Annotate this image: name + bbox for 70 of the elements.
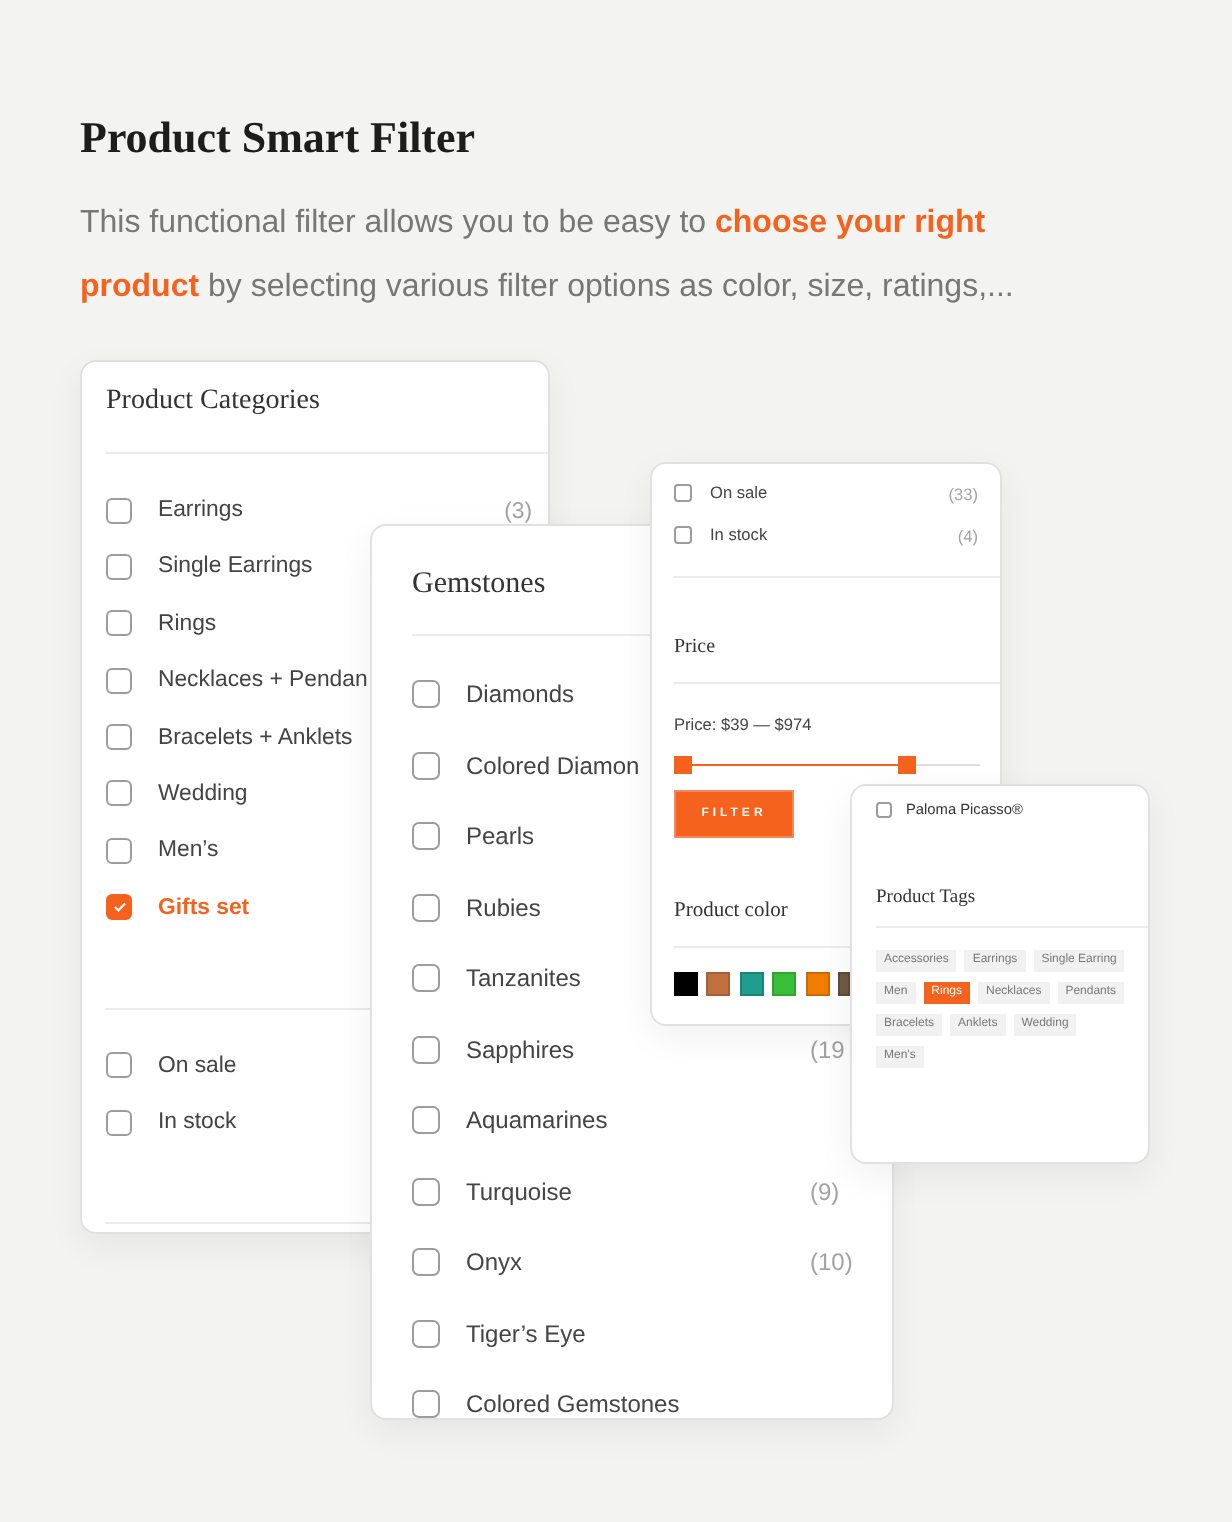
checkbox[interactable]: [412, 964, 440, 992]
checkbox[interactable]: [412, 1035, 440, 1063]
price-range-text: Price: $39 — $974: [674, 712, 812, 736]
checkbox[interactable]: [106, 837, 132, 864]
checkbox[interactable]: [412, 1106, 440, 1134]
item-count: (10): [810, 1248, 853, 1276]
checkbox[interactable]: [412, 822, 440, 850]
checkbox[interactable]: [106, 724, 132, 751]
option-label: Onyx: [466, 1246, 523, 1278]
checkbox[interactable]: [106, 667, 132, 694]
option-label: Turquoise: [466, 1175, 572, 1207]
option-label: Tiger’s Eye: [466, 1317, 586, 1349]
option-label: Sapphires: [466, 1033, 575, 1065]
checkbox[interactable]: [412, 893, 440, 921]
option-label: Aquamarines: [466, 1104, 608, 1136]
checkbox[interactable]: [106, 1052, 132, 1079]
option-label: On sale: [158, 1051, 237, 1082]
slider-handle[interactable]: [674, 755, 692, 773]
color-swatch[interactable]: [772, 972, 797, 996]
option-label: Pearls: [466, 820, 535, 852]
option-label: Men’s: [158, 836, 219, 867]
section-heading: Product Smart Filter: [80, 110, 476, 166]
option-label: Necklaces + Pendan: [158, 666, 368, 697]
item-count: (19: [810, 1035, 845, 1063]
panel-title: Product Tags: [876, 886, 976, 910]
item-count: (33): [948, 484, 978, 504]
checkbox[interactable]: [412, 1248, 440, 1276]
panel-title: Gemstones: [412, 566, 546, 604]
option-label: Colored Diamon: [466, 749, 640, 781]
item-count: (4): [957, 526, 978, 546]
description-text: This functional filter allows you to be easy to choose your right product by selecting various filter options as color, size, ratings,...: [80, 204, 1016, 308]
checkbox[interactable]: [106, 610, 132, 637]
checkbox[interactable]: [106, 497, 132, 523]
item-count: (3): [504, 500, 532, 524]
option-label: Diamonds: [466, 678, 575, 710]
checkbox[interactable]: [876, 802, 892, 818]
option-label: Single Earrings: [158, 552, 313, 583]
checkbox[interactable]: [412, 680, 440, 708]
color-swatch[interactable]: [805, 972, 830, 996]
checkbox[interactable]: [674, 525, 692, 543]
option-label: On sale: [710, 480, 768, 504]
checkbox[interactable]: [106, 894, 132, 921]
panel-title: Product color: [674, 898, 788, 926]
checkbox[interactable]: [412, 1177, 440, 1205]
option-label: Gifts set: [158, 893, 250, 924]
panel-title: Product Categories: [106, 384, 320, 420]
option-label: Colored Gemstones: [466, 1388, 680, 1418]
color-swatch[interactable]: [837, 972, 850, 996]
panel-title: Price: [674, 634, 716, 662]
checkbox[interactable]: [412, 1390, 440, 1418]
color-swatch[interactable]: [706, 972, 731, 996]
checkbox[interactable]: [412, 1319, 440, 1347]
option-label: Rings: [158, 609, 217, 640]
checkbox[interactable]: [412, 751, 440, 779]
option-label: Tanzanites: [466, 962, 581, 994]
option-label: Earrings: [158, 496, 243, 526]
color-swatch[interactable]: [674, 972, 698, 996]
option-label: In stock: [710, 522, 768, 546]
option-label: In stock: [158, 1108, 237, 1139]
checkmark-icon: [113, 902, 125, 913]
option-label: Wedding: [158, 779, 248, 810]
slider-handle[interactable]: [898, 755, 917, 773]
option-label: Bracelets + Anklets: [158, 723, 353, 754]
checkbox[interactable]: [106, 1109, 132, 1136]
checkbox[interactable]: [106, 553, 132, 580]
item-count: (9): [810, 1177, 840, 1205]
checkbox[interactable]: [674, 483, 692, 501]
checkbox[interactable]: [106, 780, 132, 807]
color-swatch[interactable]: [739, 972, 764, 996]
option-label: Rubies: [466, 891, 541, 923]
